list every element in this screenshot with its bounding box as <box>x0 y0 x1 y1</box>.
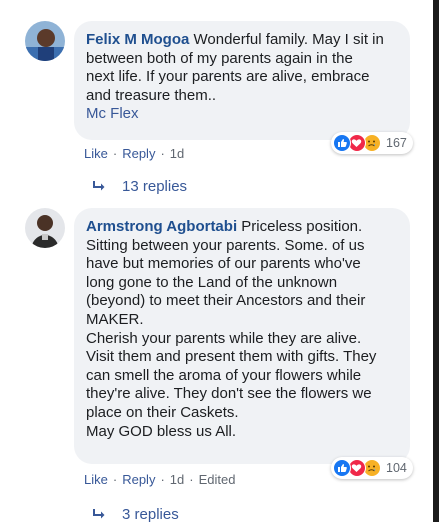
comment-timestamp[interactable]: 1d <box>170 146 184 161</box>
view-replies-link[interactable]: 13 replies <box>93 178 187 195</box>
separator-dot: · <box>112 472 118 487</box>
reply-arrow-icon <box>93 506 106 523</box>
like-icon <box>333 459 351 477</box>
like-link[interactable]: Like <box>84 472 108 487</box>
comment-author[interactable]: Felix M Mogoa <box>86 31 189 48</box>
edited-label[interactable]: Edited <box>199 472 236 487</box>
avatar[interactable] <box>25 21 65 61</box>
like-icon <box>333 134 351 152</box>
comment-actions: Like · Reply · 1d · Edited <box>84 472 235 487</box>
like-link[interactable]: Like <box>84 146 108 161</box>
tagged-user-link[interactable]: Mc Flex <box>86 105 398 124</box>
avatar[interactable] <box>25 208 65 248</box>
reaction-count: 167 <box>386 136 407 150</box>
window-edge <box>433 0 439 522</box>
comment-timestamp[interactable]: 1d <box>170 472 184 487</box>
reply-link[interactable]: Reply <box>122 472 155 487</box>
reply-link[interactable]: Reply <box>122 146 155 161</box>
separator-dot: · <box>160 146 165 161</box>
view-replies-link[interactable]: 3 replies <box>93 506 179 523</box>
reaction-summary[interactable]: 104 <box>331 457 413 479</box>
separator-dot: · <box>160 472 165 487</box>
reaction-summary[interactable]: 167 <box>331 132 413 154</box>
reply-arrow-icon <box>93 178 106 195</box>
reaction-count: 104 <box>386 461 407 475</box>
comment-bubble: Felix M Mogoa Wonderful family. May I si… <box>74 21 410 140</box>
comment-author[interactable]: Armstrong Agbortabi <box>86 218 237 235</box>
comment-text: Priceless position. Sitting between your… <box>86 218 377 440</box>
comment-bubble: Armstrong Agbortabi Priceless position. … <box>74 208 410 464</box>
comment-actions: Like · Reply · 1d <box>84 146 184 161</box>
separator-dot: · <box>189 472 194 487</box>
separator-dot: · <box>112 146 118 161</box>
replies-count-label[interactable]: 13 replies <box>122 178 187 195</box>
replies-count-label[interactable]: 3 replies <box>122 506 179 523</box>
